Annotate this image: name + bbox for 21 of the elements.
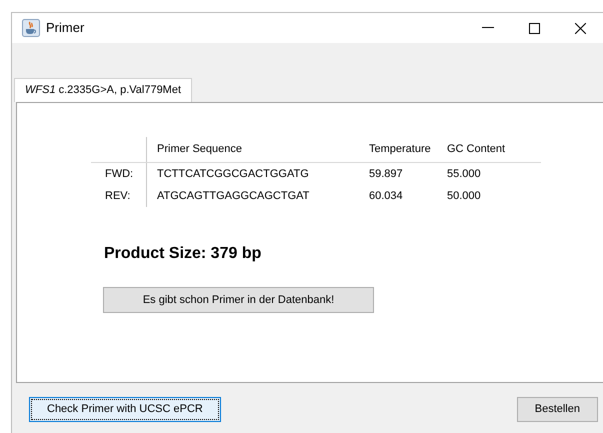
column-header: GC Content bbox=[447, 142, 506, 158]
tab[interactable]: WFS1 c.2335G>A, p.Val779Met bbox=[14, 78, 192, 102]
table-cell-text: 50.000 bbox=[447, 188, 482, 204]
row-label: REV: bbox=[105, 188, 130, 204]
minimize-icon bbox=[482, 27, 494, 29]
action-button[interactable]: Bestellen bbox=[516, 397, 598, 422]
table-cell-text: 55.000 bbox=[447, 166, 482, 182]
table-cell-text: 60.034 bbox=[369, 188, 404, 204]
row-label: FWD: bbox=[105, 166, 134, 182]
table-cell-text: TCTTCATCGGCGACTGGATG bbox=[156, 166, 310, 182]
maximize-icon bbox=[528, 22, 540, 34]
database-button[interactable]: Es gibt schon Primer in der Datenbank! bbox=[103, 287, 374, 313]
table-cell-text: 59.897 bbox=[369, 166, 404, 182]
close-icon bbox=[574, 22, 586, 34]
column-header: Temperature bbox=[369, 142, 432, 158]
product-size: Product Size: 379 bp bbox=[104, 244, 262, 264]
window-title: Primer bbox=[46, 19, 84, 38]
action-button[interactable]: Check Primer with UCSC ePCR bbox=[29, 397, 221, 422]
java-cup-icon bbox=[22, 19, 40, 37]
column-header: Primer Sequence bbox=[156, 142, 243, 158]
table-cell-text: ATGCAGTTGAGGCAGCTGAT bbox=[156, 188, 310, 204]
